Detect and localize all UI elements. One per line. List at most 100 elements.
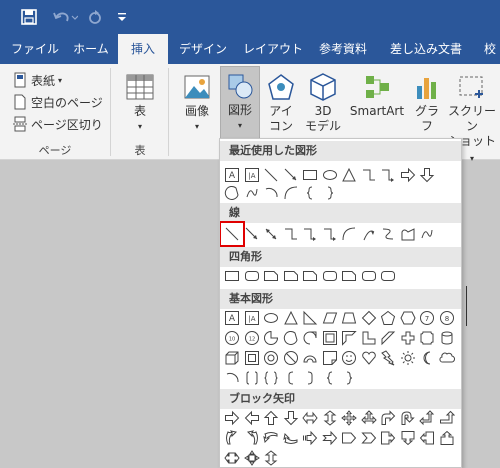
shape-frame-icon[interactable] (322, 330, 338, 346)
tab-design[interactable]: デザイン (172, 34, 234, 64)
shape-quad-callout-icon[interactable] (243, 450, 260, 466)
shape-elbow-icon[interactable] (361, 167, 377, 183)
shape-arc-icon[interactable] (263, 185, 279, 201)
shape-rect-icon[interactable] (224, 268, 240, 284)
shape-dbl-brace-icon[interactable] (263, 370, 279, 386)
shape-pent-arrow-icon[interactable] (341, 430, 357, 446)
shape-heart-icon[interactable] (361, 350, 377, 366)
chart-button[interactable]: グラフ (410, 68, 444, 140)
shape-round-rect-icon[interactable] (322, 268, 338, 284)
shape-round-rect-icon[interactable] (361, 268, 377, 284)
shape-r-arrow-icon[interactable] (400, 167, 416, 183)
shape-donut-icon[interactable] (263, 350, 279, 366)
shape-l-brace-icon[interactable] (302, 185, 318, 201)
3d-models-button[interactable]: 3D モデル ▾ (302, 68, 344, 148)
shape-curve-icon[interactable] (283, 185, 299, 201)
shape-snip-rect-icon[interactable] (341, 268, 357, 284)
shape-r-brace-icon[interactable] (322, 185, 338, 201)
shape-l-bracket-icon[interactable] (283, 370, 299, 386)
shape-parallelogram-icon[interactable] (322, 310, 338, 326)
tab-file[interactable]: ファイル (6, 34, 64, 64)
shape-l-brace-icon[interactable] (322, 370, 338, 386)
shape-snip-rect-icon[interactable] (283, 268, 299, 284)
shape-curved-u-icon[interactable] (263, 430, 279, 446)
shape-s-curve-icon[interactable] (380, 226, 396, 242)
shape-snip-rect-icon[interactable] (302, 268, 318, 284)
shape-l-shape-icon[interactable] (361, 330, 377, 346)
shape-scribble-icon[interactable] (419, 226, 435, 242)
blank-page-button[interactable]: 空白のページ (12, 92, 103, 112)
shape-u-turn-icon[interactable] (400, 410, 416, 426)
shape-decagon-icon[interactable]: 10 (224, 330, 240, 346)
picture-button[interactable]: 画像 ▾ (176, 68, 218, 140)
shape-can-icon[interactable] (439, 330, 455, 346)
shape-heptagon-icon[interactable]: 7 (419, 310, 435, 326)
shape-text-box-icon[interactable]: A (224, 167, 240, 183)
shape-u-callout-icon[interactable] (439, 430, 455, 446)
cover-page-button[interactable]: 表紙 ▾ (12, 70, 62, 90)
shape-line-icon[interactable] (220, 221, 245, 247)
shape-bent-up-arrow-icon[interactable] (439, 410, 455, 426)
shape-d-arrow-icon[interactable] (283, 410, 299, 426)
shape-bevel-icon[interactable] (244, 350, 260, 366)
shape-lr-arrow-icon[interactable] (302, 410, 318, 426)
shape-rect-icon[interactable] (302, 167, 318, 183)
shape-cloud-icon[interactable] (438, 350, 455, 366)
tab-insert[interactable]: 挿入 (118, 34, 168, 65)
shape-smiley-icon[interactable] (341, 350, 357, 366)
shape-triangle-icon[interactable] (341, 167, 357, 183)
shape-diamond-icon[interactable] (361, 310, 377, 326)
shape-r-bracket-icon[interactable] (302, 370, 318, 386)
shape-d-callout-icon[interactable] (400, 430, 416, 446)
shape-elbow-arrow-icon[interactable] (380, 167, 396, 183)
shape-ud-arrow-icon[interactable] (263, 450, 279, 466)
shape-quad-arrow-icon[interactable] (341, 410, 357, 426)
shape-teardrop-icon[interactable] (302, 330, 318, 346)
shape-arrow-line-icon[interactable] (244, 226, 260, 242)
shape-sun-icon[interactable] (400, 350, 416, 366)
shape-block-arc-icon[interactable] (302, 350, 318, 366)
shape-line-icon[interactable] (263, 167, 279, 183)
shape-l-callout-icon[interactable] (419, 430, 435, 446)
shape-dodecagon-icon[interactable]: 12 (244, 330, 260, 346)
shape-l-arrow-icon[interactable] (244, 410, 260, 426)
shape-no-symbol-icon[interactable] (283, 350, 299, 366)
shape-pentagon-icon[interactable] (380, 310, 396, 326)
shape-striped-r-icon[interactable] (302, 430, 318, 446)
undo-icon[interactable] (50, 6, 80, 28)
tab-layout[interactable]: レイアウト (238, 34, 308, 64)
shape-lru-arrow-icon[interactable] (360, 410, 377, 426)
shape-bent-arrow-icon[interactable] (380, 410, 396, 426)
shape-dbl-arrow-icon[interactable] (263, 226, 279, 242)
shape-triangle-icon[interactable] (283, 310, 299, 326)
save-icon[interactable] (18, 6, 40, 28)
shape-chord-icon[interactable] (283, 330, 299, 346)
shape-dbl-bracket-icon[interactable] (244, 370, 260, 386)
shape-rt-triangle-icon[interactable] (302, 310, 318, 326)
shape-lightning-icon[interactable] (380, 350, 396, 366)
shape-scribble-icon[interactable] (244, 185, 260, 201)
shape-oval-icon[interactable] (322, 167, 338, 183)
tab-review[interactable]: 校 (480, 34, 500, 64)
shape-d-arrow-icon[interactable] (419, 167, 435, 183)
page-break-button[interactable]: ページ区切り (12, 114, 103, 134)
table-button[interactable]: 表 ▾ (118, 68, 162, 140)
shape-elbow-arrow-icon[interactable] (322, 226, 338, 242)
tab-mailings[interactable]: 差し込み文書 (384, 34, 468, 64)
shape-diag-stripe-icon[interactable] (380, 330, 396, 346)
shape-curve-icon[interactable] (341, 226, 357, 242)
shape-round-rect-icon[interactable] (380, 268, 396, 284)
smartart-button[interactable]: SmartArt (346, 68, 408, 140)
shape-cross-icon[interactable] (400, 330, 416, 346)
shape-r-callout-icon[interactable] (380, 430, 396, 446)
shape-half-frame-icon[interactable] (341, 330, 357, 346)
shape-curved-l-icon[interactable] (244, 430, 260, 446)
shape-hexagon-icon[interactable] (399, 310, 416, 326)
shape-moon-icon[interactable] (419, 350, 435, 366)
shape-v-text-box-icon[interactable]: |A (244, 310, 260, 326)
shape-folded-corner-icon[interactable] (322, 350, 338, 366)
redo-icon[interactable] (84, 6, 106, 28)
shape-r-brace-icon[interactable] (341, 370, 357, 386)
shape-freeform-icon[interactable] (400, 226, 416, 242)
shape-plaque-icon[interactable] (419, 330, 435, 346)
